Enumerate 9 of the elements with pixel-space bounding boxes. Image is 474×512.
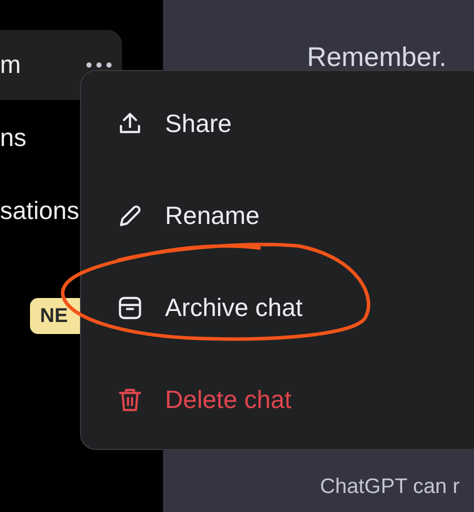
more-options-icon[interactable] xyxy=(86,62,112,68)
disclaimer-text: ChatGPT can r xyxy=(320,475,461,499)
heading-text: Remember. xyxy=(307,42,448,73)
menu-item[interactable]: Delete chat xyxy=(81,354,474,446)
menu-item[interactable]: Archive chat xyxy=(81,262,474,354)
trash-icon xyxy=(117,387,143,413)
new-badge: NE xyxy=(30,298,80,334)
archive-box-icon xyxy=(117,295,143,321)
pencil-icon xyxy=(117,203,143,229)
